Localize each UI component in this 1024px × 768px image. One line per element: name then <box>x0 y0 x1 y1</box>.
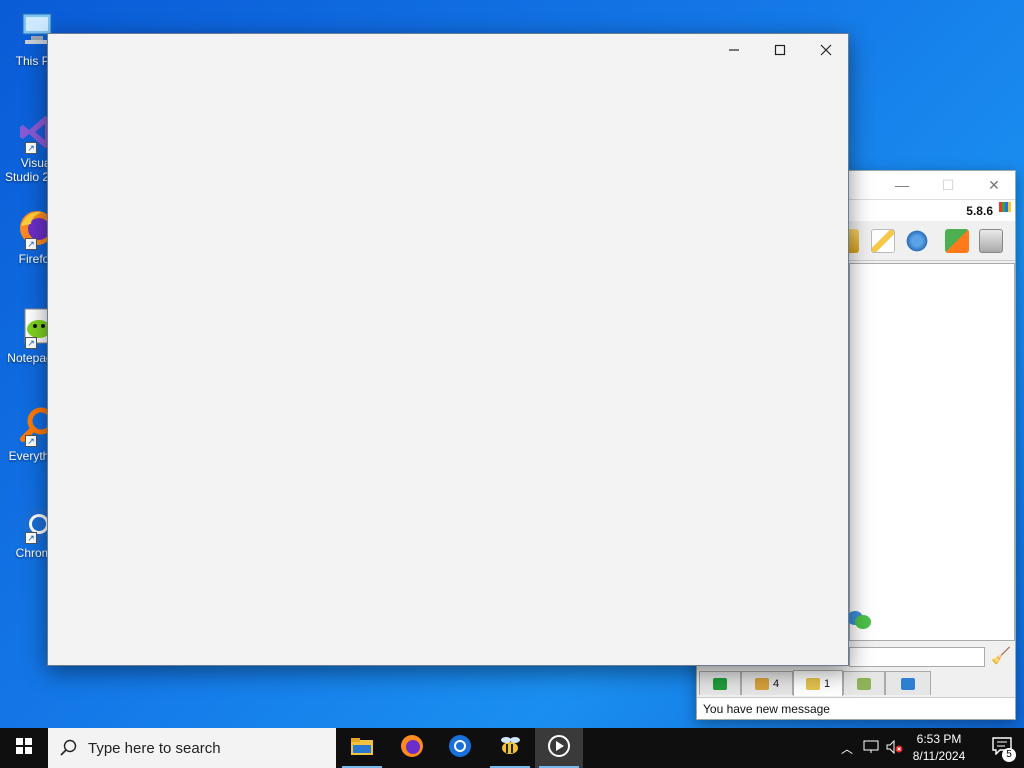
tab-count: 1 <box>823 677 831 690</box>
user-single-icon <box>805 677 820 690</box>
shortcut-arrow-icon: ↗ <box>25 142 37 154</box>
taskbar-messenger[interactable] <box>486 728 534 768</box>
status-bar: You have new message <box>697 697 1015 719</box>
notification-count-badge: 5 <box>1002 748 1016 762</box>
tab-network[interactable] <box>843 671 885 695</box>
network-icon <box>863 740 879 757</box>
windows-flag-icon <box>999 202 1011 212</box>
tab-chat[interactable] <box>699 671 741 695</box>
taskbar-media-player[interactable] <box>535 728 583 768</box>
tab-users[interactable]: 4 <box>741 671 793 695</box>
close-icon[interactable]: ✕ <box>985 176 1003 194</box>
clear-broom-icon[interactable]: 🧹 <box>991 647 1011 667</box>
close-button[interactable] <box>803 34 849 65</box>
edit-note-icon[interactable] <box>871 229 895 253</box>
search-placeholder: Type here to search <box>88 739 221 757</box>
taskbar-file-explorer[interactable] <box>338 728 386 768</box>
volume-muted-icon <box>886 739 904 757</box>
taskbar: Type here to search ︿ 6:53 PM 8/11/2024 … <box>0 728 1024 768</box>
tab-transfer[interactable] <box>885 671 931 695</box>
tray-network[interactable] <box>860 728 882 768</box>
messenger-tabs: 4 1 <box>699 670 931 696</box>
taskbar-clock[interactable]: 6:53 PM 8/11/2024 <box>904 731 974 765</box>
close-icon <box>820 44 832 56</box>
network-users-icon <box>857 677 871 690</box>
tray-volume[interactable] <box>884 728 906 768</box>
maximize-icon <box>774 44 786 56</box>
version-label: 5.8.6 <box>966 204 993 218</box>
minimize-button[interactable] <box>711 34 757 65</box>
tab-user[interactable]: 1 <box>793 670 843 696</box>
shortcut-arrow-icon: ↗ <box>25 532 37 544</box>
chat-green-icon <box>713 677 727 690</box>
action-center-button[interactable]: 5 <box>980 728 1024 768</box>
tab-count: 4 <box>772 677 780 690</box>
firefox-icon <box>400 734 424 763</box>
chrome-icon <box>448 734 472 763</box>
shortcut-arrow-icon: ↗ <box>25 435 37 447</box>
users-group-icon <box>754 677 769 690</box>
taskbar-chrome[interactable] <box>436 728 484 768</box>
play-circle-icon <box>547 734 571 763</box>
start-button[interactable] <box>0 728 48 768</box>
tools-icon[interactable] <box>905 229 929 253</box>
chevron-up-icon: ︿ <box>840 741 853 756</box>
transfer-icon <box>901 677 915 690</box>
taskbar-search[interactable]: Type here to search <box>48 728 336 768</box>
maximize-button[interactable] <box>757 34 803 65</box>
bee-messenger-icon <box>498 734 522 763</box>
chat-bubbles-icon <box>847 611 871 631</box>
minimize-icon[interactable]: — <box>893 176 911 194</box>
window-titlebar[interactable] <box>48 34 848 65</box>
clock-date: 8/11/2024 <box>912 749 966 763</box>
minimize-icon <box>728 44 740 56</box>
upload-icon[interactable] <box>945 229 969 253</box>
folder-icon <box>350 736 374 761</box>
window-content <box>48 65 848 665</box>
shortcut-arrow-icon: ↗ <box>25 238 37 250</box>
search-icon <box>60 739 78 761</box>
message-input[interactable] <box>849 647 985 667</box>
taskbar-firefox[interactable] <box>388 728 436 768</box>
shortcut-arrow-icon: ↗ <box>25 337 37 349</box>
windows-logo-icon <box>16 737 32 759</box>
maximize-icon[interactable]: ☐ <box>939 176 957 194</box>
clock-time: 6:53 PM <box>916 732 962 746</box>
tray-overflow-chevron[interactable]: ︿ <box>838 728 856 768</box>
message-list[interactable] <box>849 263 1015 641</box>
blank-window <box>47 33 849 666</box>
trash-icon[interactable] <box>979 229 1003 253</box>
